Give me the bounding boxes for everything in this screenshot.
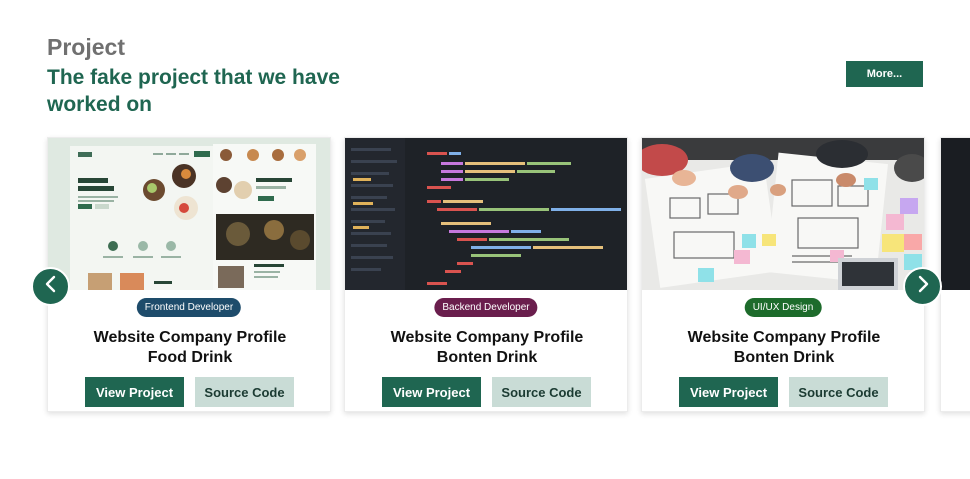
source-code-button[interactable]: Source Code — [492, 377, 591, 407]
project-title: Website Company Profile Bonten Drink — [642, 328, 924, 368]
view-project-button[interactable]: View Project — [85, 377, 184, 407]
carousel-next-button[interactable] — [903, 267, 942, 306]
project-title-line-2: Bonten Drink — [436, 349, 538, 366]
source-code-button[interactable]: Source Code — [789, 377, 888, 407]
partial-card-thumbnail — [941, 138, 970, 290]
project-title-line-1: Website Company Profile — [390, 329, 584, 346]
code-editor-screenshot-thumbnail — [345, 138, 627, 290]
source-code-button[interactable]: Source Code — [195, 377, 294, 407]
category-badge: UI/UX Design — [744, 298, 822, 317]
more-button[interactable]: More... — [846, 61, 923, 87]
food-website-mockup-thumbnail — [48, 138, 330, 290]
category-badge: Backend Developer — [434, 298, 538, 317]
section-headline: The fake project that we have worked on — [47, 66, 340, 116]
project-title-line-1: Website Company Profile — [687, 329, 881, 346]
project-title: Website Company Profile Bonten Drink — [345, 328, 627, 368]
carousel-prev-button[interactable] — [31, 267, 70, 306]
view-project-button[interactable]: View Project — [679, 377, 778, 407]
project-title-line-2: Bonten Drink — [733, 349, 835, 366]
project-title-line-2: Food Drink — [147, 349, 233, 366]
project-title-line-1: Website Company Profile — [93, 329, 287, 346]
section-eyebrow: Project — [47, 34, 125, 60]
project-card: Frontend Developer Website Company Profi… — [47, 137, 331, 412]
project-card-partial — [940, 137, 970, 412]
wireframe-sketch-photo-thumbnail — [642, 138, 924, 290]
project-card: UI/UX Design Website Company Profile Bon… — [641, 137, 925, 412]
category-badge: Frontend Developer — [136, 298, 242, 317]
chevron-right-icon — [915, 275, 931, 298]
project-card: Backend Developer Website Company Profil… — [344, 137, 628, 412]
view-project-button[interactable]: View Project — [382, 377, 481, 407]
project-title: Website Company Profile Food Drink — [48, 328, 330, 368]
chevron-left-icon — [43, 275, 59, 298]
